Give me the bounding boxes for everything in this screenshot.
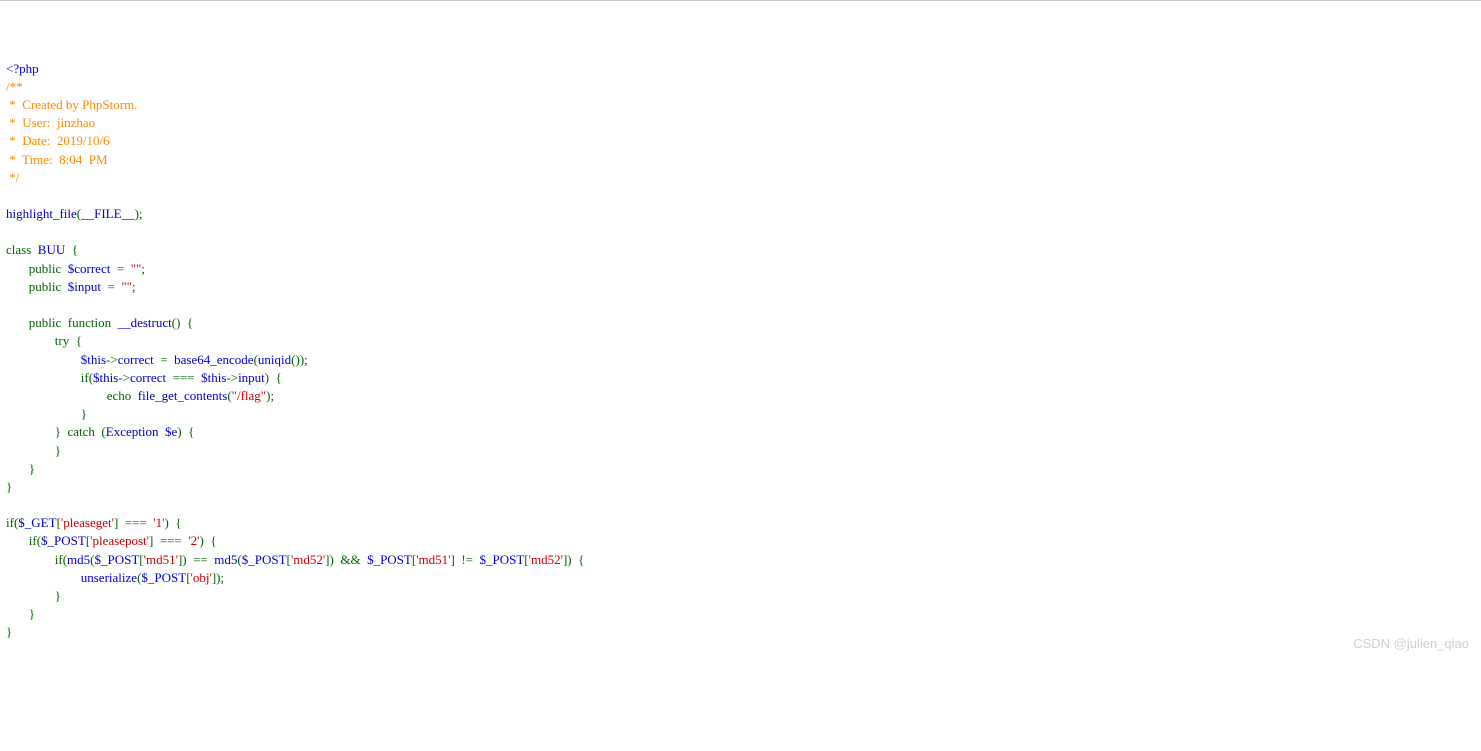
brace: } xyxy=(6,588,61,603)
exception: Exception $e xyxy=(106,424,177,439)
brace: } xyxy=(6,406,87,421)
arrow: -> xyxy=(226,370,238,385)
comment-line: * Created by PhpStorm. xyxy=(6,97,137,112)
var-this: $this xyxy=(93,370,118,385)
brace: } xyxy=(6,479,12,494)
func-highlight: highlight_file xyxy=(6,206,77,221)
var-this: $this xyxy=(81,352,106,367)
prop-input: input xyxy=(238,370,265,385)
close-and: ]) && xyxy=(325,552,367,567)
eq: = xyxy=(107,279,121,294)
indent xyxy=(6,570,81,585)
kw-try: try { xyxy=(6,333,82,348)
str-flag: "/flag" xyxy=(232,388,266,403)
comment-line: */ xyxy=(6,170,19,185)
code-block: <?php /** * Created by PhpStorm. * User:… xyxy=(6,60,1475,642)
brace: } xyxy=(6,461,35,476)
close: ); xyxy=(266,388,274,403)
prop-correct: correct xyxy=(118,352,161,367)
arrow: -> xyxy=(106,352,118,367)
close-brace: ) { xyxy=(265,370,282,385)
str-pleaseget: 'pleaseget' xyxy=(61,515,114,530)
paren: ); xyxy=(135,206,143,221)
str-md51: 'md51' xyxy=(144,552,178,567)
kw-if: if( xyxy=(6,552,67,567)
comment-line: * User: jinzhao xyxy=(6,115,95,130)
str-md51: 'md51' xyxy=(416,552,450,567)
var-input: $input xyxy=(68,279,108,294)
semi: ; xyxy=(132,279,136,294)
kw-if: if( xyxy=(6,370,93,385)
eq: = xyxy=(160,352,174,367)
comment-line: * Date: 2019/10/6 xyxy=(6,133,110,148)
class-name: BUU xyxy=(38,242,72,257)
comment-line: * Time: 8:04 PM xyxy=(6,152,108,167)
kw-catch: } catch ( xyxy=(6,424,106,439)
func-unserialize: unserialize xyxy=(81,570,137,585)
semi: ; xyxy=(141,261,145,276)
brace: } xyxy=(6,606,35,621)
paren-brace: () { xyxy=(172,315,193,330)
brace: } xyxy=(6,443,61,458)
close: ]); xyxy=(212,570,224,585)
kw-public: public xyxy=(6,261,68,276)
func-md5: md5 xyxy=(214,552,237,567)
code-token: <?php xyxy=(6,61,39,76)
arrow: -> xyxy=(118,370,130,385)
var-post: $_POST xyxy=(367,552,412,567)
var-post: $_POST xyxy=(95,552,140,567)
close-ne: ] != xyxy=(451,552,480,567)
var-correct: $correct xyxy=(68,261,117,276)
comment-line: /** xyxy=(6,79,23,94)
kw-class: class xyxy=(6,242,38,257)
eq3: === xyxy=(173,370,202,385)
close-eq: ]) == xyxy=(178,552,214,567)
str-2: '2' xyxy=(188,533,199,548)
close-brace: ) { xyxy=(177,424,194,439)
str-empty: "" xyxy=(131,261,142,276)
kw-if: if( xyxy=(6,533,41,548)
kw-echo: echo xyxy=(6,388,138,403)
prop-correct: correct xyxy=(130,370,173,385)
str-md52: 'md52' xyxy=(529,552,563,567)
eq3: ] === xyxy=(114,515,153,530)
func-base64: base64_encode xyxy=(174,352,253,367)
func-destruct: __destruct xyxy=(118,315,172,330)
close-brace: ]) { xyxy=(563,552,584,567)
kw-if: if( xyxy=(6,515,18,530)
func-fgc: file_get_contents xyxy=(138,388,228,403)
close: ()); xyxy=(291,352,308,367)
str-1: '1' xyxy=(153,515,164,530)
indent xyxy=(6,352,81,367)
func-uniqid: uniqid xyxy=(258,352,291,367)
watermark: CSDN @julien_qiao xyxy=(1353,635,1469,653)
var-get: $_GET xyxy=(18,515,56,530)
close-brace: ) { xyxy=(200,533,217,548)
var-post: $_POST xyxy=(242,552,287,567)
var-post: $_POST xyxy=(41,533,86,548)
var-post: $_POST xyxy=(141,570,186,585)
var-this: $this xyxy=(201,370,226,385)
brace: { xyxy=(72,242,78,257)
close-brace: ) { xyxy=(164,515,181,530)
const-file: __FILE__ xyxy=(81,206,134,221)
var-post: $_POST xyxy=(480,552,525,567)
kw-public: public xyxy=(6,279,68,294)
str-md52: 'md52' xyxy=(291,552,325,567)
eq: = xyxy=(117,261,131,276)
str-pleasepost: 'pleasepost' xyxy=(90,533,149,548)
str-obj: 'obj' xyxy=(191,570,212,585)
func-md5: md5 xyxy=(67,552,90,567)
brace: } xyxy=(6,624,12,639)
eq3: ] === xyxy=(149,533,188,548)
kw-public-function: public function xyxy=(6,315,118,330)
str-empty: "" xyxy=(121,279,132,294)
